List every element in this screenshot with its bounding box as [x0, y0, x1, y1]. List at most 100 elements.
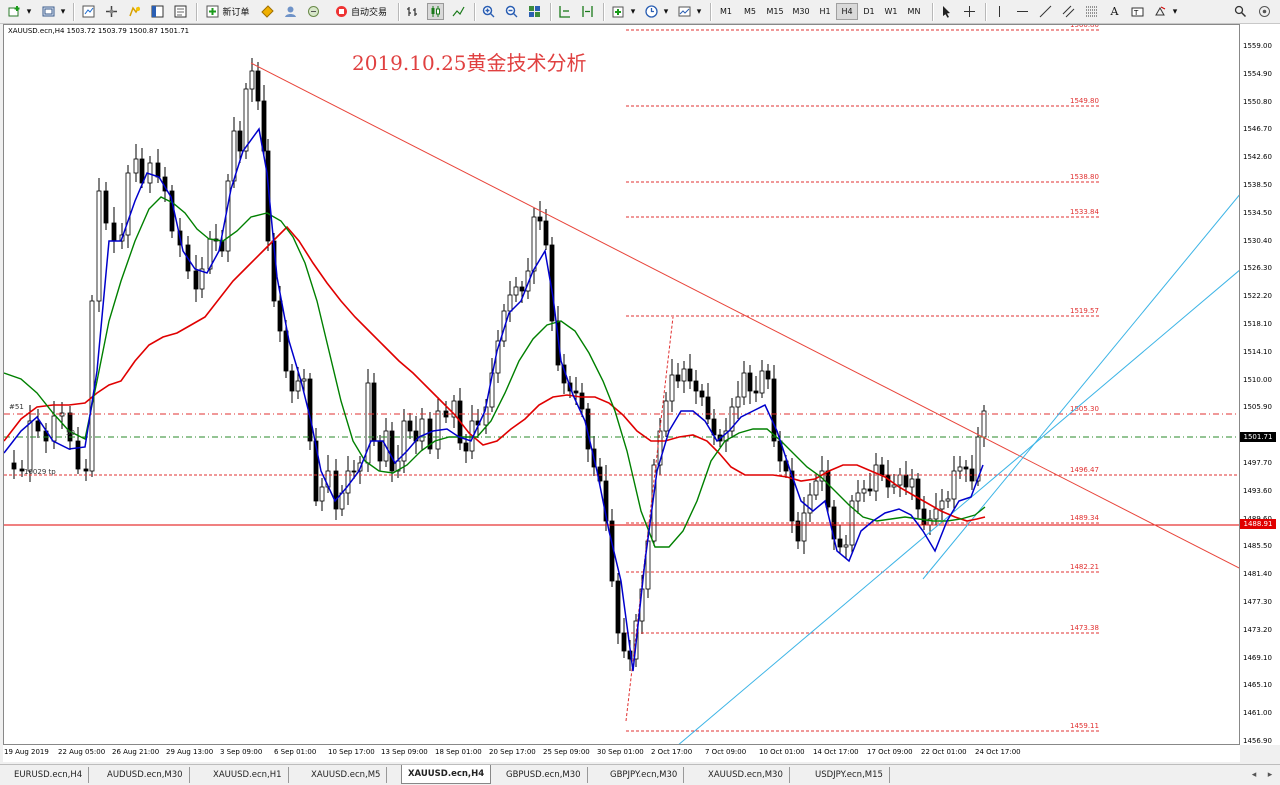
timeframe-m30[interactable]: M30	[788, 3, 814, 20]
candle-body	[333, 470, 339, 510]
price-tick-label: 1518.10	[1243, 320, 1272, 328]
time-tick-label: 25 Sep 09:00	[543, 748, 590, 756]
timeframe-h1[interactable]: H1	[814, 3, 836, 20]
timeframe-w1[interactable]: W1	[880, 3, 902, 20]
channel-line-lower	[678, 270, 1239, 744]
candle-body	[981, 410, 987, 438]
timeframe-m15[interactable]: M15	[762, 3, 788, 20]
zoom-out-icon[interactable]	[503, 3, 520, 20]
time-tick-label: 22 Aug 05:00	[58, 748, 106, 756]
label-icon[interactable]: T	[1129, 3, 1146, 20]
profiles-icon[interactable]	[40, 3, 57, 20]
chart-tab[interactable]: EURUSD.ecn,H4	[8, 767, 90, 783]
terminal-icon[interactable]	[149, 3, 166, 20]
cursor-icon[interactable]	[938, 3, 955, 20]
indicators-icon[interactable]	[610, 3, 627, 20]
trendline-icon[interactable]	[1037, 3, 1054, 20]
price-tick-label: 1469.10	[1243, 653, 1272, 662]
candle-body	[283, 330, 289, 372]
candle-body	[407, 420, 413, 432]
main-toolbar: ▾ ▾ 新订单 自动交易 ▾ ▾ ▾ A T ▾ M1 M5 M15 M30 H1 H4 D…	[0, 0, 1280, 24]
candle-body	[193, 270, 199, 290]
timeframe-m5[interactable]: M5	[738, 3, 762, 20]
chart-tab[interactable]: GBPJPY.ecn,M30	[604, 767, 685, 783]
line-chart-icon[interactable]	[450, 3, 467, 20]
chart-canvas[interactable]: 1560.80 1549.80 1538.80 1533.84 1519.57 1505.…	[4, 25, 1240, 745]
periods-icon[interactable]	[643, 3, 660, 20]
candle-body	[89, 300, 95, 472]
fib-level-label: 1482.21	[1070, 563, 1099, 571]
chevron-down-icon[interactable]: ▾	[694, 3, 704, 20]
shapes-icon[interactable]	[1152, 3, 1169, 20]
candle-body	[897, 474, 903, 486]
chart-tab[interactable]: XAUUSD.ecn,M5	[305, 767, 388, 783]
candle-body	[693, 380, 699, 392]
timeframe-d1[interactable]: D1	[858, 3, 880, 20]
channel-icon[interactable]	[1060, 3, 1077, 20]
fibonacci-icon[interactable]	[1083, 3, 1100, 20]
price-chart[interactable]: 1560.80 1549.80 1538.80 1533.84 1519.57 1505.…	[3, 24, 1240, 745]
order-label: 50	[66, 429, 75, 437]
candlestick-icon[interactable]	[427, 3, 444, 20]
chart-shift-icon[interactable]	[579, 3, 596, 20]
price-tick-label: 1546.70	[1243, 125, 1272, 134]
search-icon[interactable]	[1232, 3, 1249, 20]
candle-body	[243, 88, 249, 152]
crosshair-icon[interactable]	[961, 3, 978, 20]
new-order-button[interactable]: 新订单	[202, 3, 254, 20]
time-tick-label: 13 Sep 09:00	[381, 748, 428, 756]
new-chart-icon[interactable]	[6, 3, 23, 20]
signals-icon[interactable]	[282, 3, 299, 20]
chart-tab[interactable]: XAUUSD.ecn,H4	[401, 765, 492, 784]
bar-chart-icon[interactable]	[404, 3, 421, 20]
candle-body	[825, 470, 831, 508]
chart-tab[interactable]: XAUUSD.ecn,H1	[207, 767, 289, 783]
strategy-tester-icon[interactable]	[172, 3, 189, 20]
candle-body	[139, 158, 145, 184]
data-window-icon[interactable]	[126, 3, 143, 20]
tile-windows-icon[interactable]	[526, 3, 543, 20]
candle-body	[669, 374, 675, 402]
templates-icon[interactable]	[676, 3, 693, 20]
timeframe-m1[interactable]: M1	[714, 3, 738, 20]
chart-tabs: ◂ ▸ EURUSD.ecn,H4 AUDUSD.ecn,M30 XAUUSD.ec…	[0, 764, 1280, 785]
chevron-down-icon[interactable]: ▾	[628, 3, 638, 20]
timeframe-h4[interactable]: H4	[836, 3, 858, 20]
tab-scroll-left-icon[interactable]: ◂	[1248, 768, 1260, 782]
candle-body	[759, 370, 765, 394]
autotrading-button[interactable]: 自动交易	[330, 3, 392, 20]
candle-body	[681, 368, 687, 382]
candle-body	[753, 390, 759, 394]
time-tick-label: 3 Sep 09:00	[220, 748, 263, 756]
chart-tab[interactable]: USDJPY.ecn,M15	[809, 767, 890, 783]
time-tick-label: 24 Oct 17:00	[975, 748, 1021, 756]
chevron-down-icon[interactable]: ▾	[661, 3, 671, 20]
market-watch-icon[interactable]	[80, 3, 97, 20]
vps-icon[interactable]	[305, 3, 322, 20]
chart-tab[interactable]: GBPUSD.ecn,M30	[500, 767, 588, 783]
vertical-line-icon[interactable]	[991, 3, 1008, 20]
candle-body	[735, 396, 741, 408]
time-axis[interactable]: 19 Aug 2019 22 Aug 05:00 26 Aug 21:00 29 Au…	[3, 745, 1240, 762]
candle-body	[103, 190, 109, 224]
price-axis[interactable]: 1559.00 1554.90 1550.80 1546.70 1542.60 1538.…	[1240, 24, 1280, 745]
candle-body	[933, 508, 939, 520]
metaeditor-icon[interactable]	[259, 3, 276, 20]
chevron-down-icon[interactable]: ▾	[1170, 3, 1180, 20]
chevron-down-icon[interactable]: ▾	[58, 3, 68, 20]
fib-level-label: 1489.34	[1070, 514, 1099, 522]
navigator-icon[interactable]	[103, 3, 120, 20]
autoscroll-icon[interactable]	[556, 3, 573, 20]
community-icon[interactable]	[1256, 3, 1273, 20]
candle-body	[27, 420, 33, 472]
candle-body	[11, 462, 17, 470]
text-icon[interactable]: A	[1106, 3, 1123, 20]
timeframe-mn[interactable]: MN	[902, 3, 926, 20]
zoom-in-icon[interactable]	[480, 3, 497, 20]
chart-tab[interactable]: XAUUSD.ecn,M30	[702, 767, 790, 783]
tab-scroll-right-icon[interactable]: ▸	[1264, 768, 1276, 782]
horizontal-line-icon[interactable]	[1014, 3, 1031, 20]
chevron-down-icon[interactable]: ▾	[24, 3, 34, 20]
time-tick-label: 22 Oct 01:00	[921, 748, 967, 756]
chart-tab[interactable]: AUDUSD.ecn,M30	[101, 767, 190, 783]
